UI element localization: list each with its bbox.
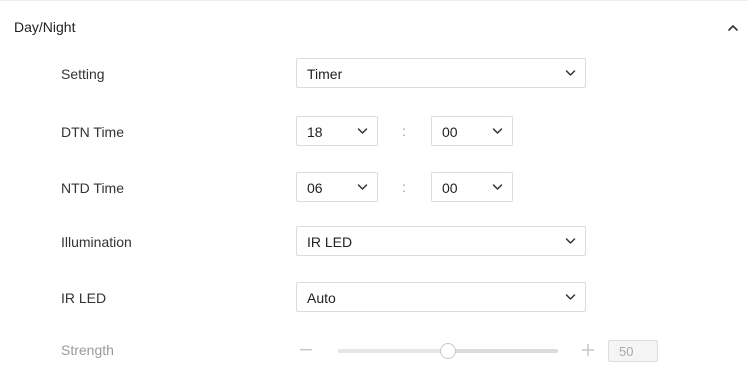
setting-label: Setting xyxy=(61,66,105,82)
strength-slider-thumb[interactable] xyxy=(440,343,456,359)
strength-label: Strength xyxy=(61,342,114,358)
strength-slider-fill xyxy=(338,349,448,353)
dtn-time-label: DTN Time xyxy=(61,124,124,140)
dtn-hour-value: 18 xyxy=(307,124,323,140)
illumination-row: Illumination IR LED xyxy=(0,226,748,258)
day-night-section-header[interactable]: Day/Night xyxy=(0,10,748,46)
section-title: Day/Night xyxy=(14,19,76,35)
chevron-up-icon[interactable] xyxy=(726,22,740,34)
ir-led-select[interactable]: Auto xyxy=(296,282,586,312)
dtn-hour-select[interactable]: 18 xyxy=(296,116,378,146)
ntd-minute-select[interactable]: 00 xyxy=(431,172,513,202)
time-separator: : xyxy=(402,179,406,195)
ir-led-label: IR LED xyxy=(61,290,107,306)
setting-select[interactable]: Timer xyxy=(296,58,586,88)
setting-value: Timer xyxy=(307,66,343,82)
top-divider xyxy=(0,0,748,1)
ntd-time-row: NTD Time 06 : 00 xyxy=(0,172,748,204)
setting-row: Setting Timer xyxy=(0,58,748,90)
chevron-down-icon xyxy=(565,238,576,244)
chevron-down-icon xyxy=(357,184,368,190)
ntd-minute-value: 00 xyxy=(442,180,458,196)
time-separator: : xyxy=(402,123,406,139)
illumination-select[interactable]: IR LED xyxy=(296,226,586,256)
strength-input[interactable] xyxy=(608,340,658,362)
ir-led-row: IR LED Auto xyxy=(0,282,748,314)
ntd-hour-select[interactable]: 06 xyxy=(296,172,378,202)
strength-row: Strength xyxy=(0,334,748,366)
chevron-down-icon xyxy=(492,184,503,190)
illumination-value: IR LED xyxy=(307,234,353,250)
chevron-down-icon xyxy=(565,294,576,300)
illumination-label: Illumination xyxy=(61,234,132,250)
dtn-minute-select[interactable]: 00 xyxy=(431,116,513,146)
dtn-minute-value: 00 xyxy=(442,124,458,140)
chevron-down-icon xyxy=(565,70,576,76)
strength-slider[interactable] xyxy=(338,343,558,359)
chevron-down-icon xyxy=(357,128,368,134)
plus-icon[interactable] xyxy=(582,344,594,356)
ntd-time-label: NTD Time xyxy=(61,180,124,196)
chevron-down-icon xyxy=(492,128,503,134)
dtn-time-row: DTN Time 18 : 00 xyxy=(0,116,748,148)
ir-led-value: Auto xyxy=(307,290,336,306)
ntd-hour-value: 06 xyxy=(307,180,323,196)
minus-icon[interactable] xyxy=(300,349,312,351)
